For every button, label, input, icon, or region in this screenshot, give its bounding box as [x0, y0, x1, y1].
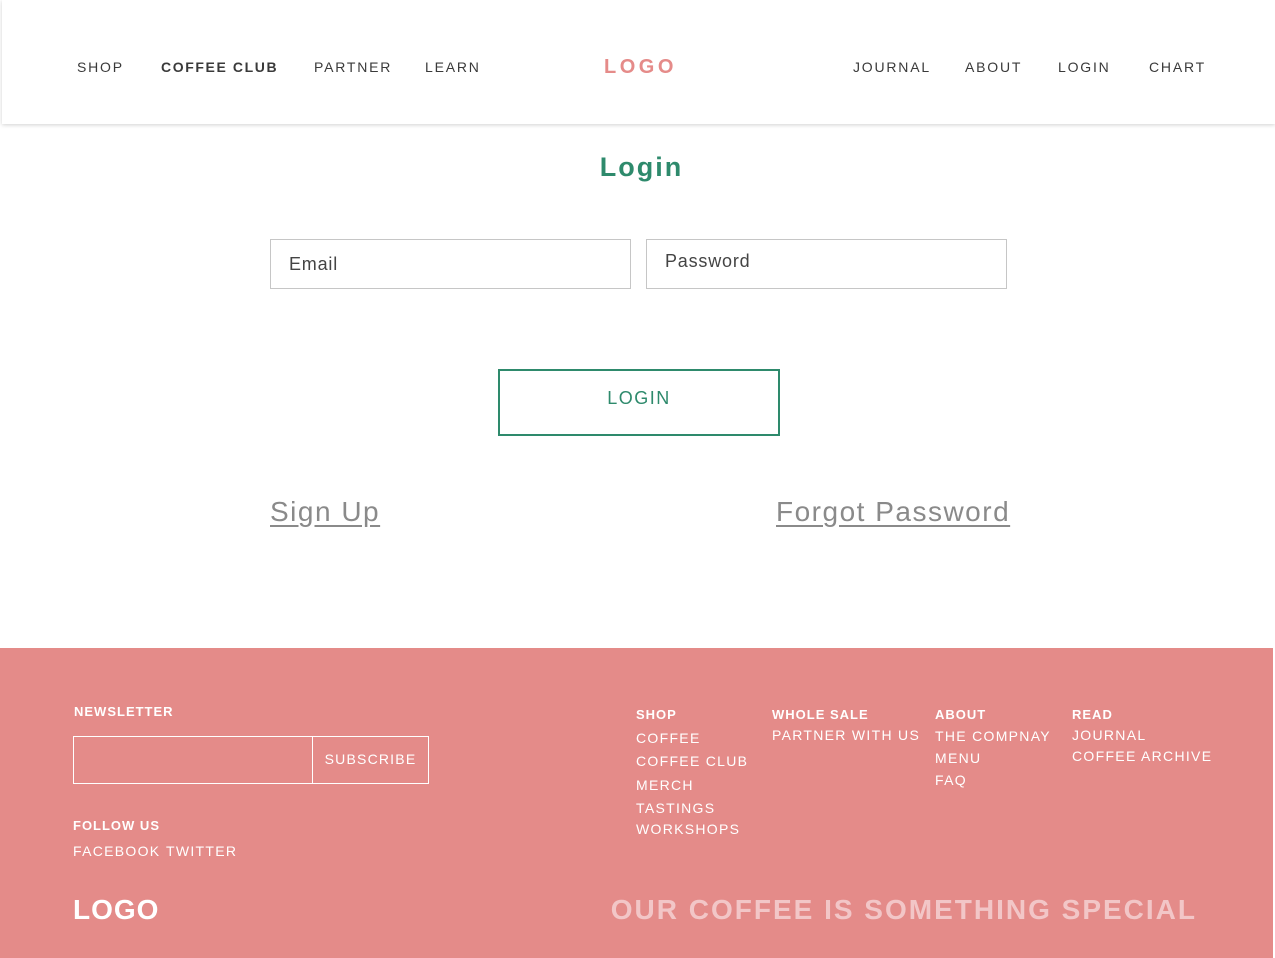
- facebook-link[interactable]: FACEBOOK: [73, 843, 160, 859]
- footer-link-coffee-archive[interactable]: COFFEE ARCHIVE: [1072, 748, 1212, 764]
- footer-column-wholesale-heading: WHOLE SALE: [772, 707, 869, 722]
- follow-us-heading: FOLLOW US: [73, 818, 160, 833]
- footer-link-workshops[interactable]: WORKSHOPS: [636, 821, 740, 837]
- footer-link-partner-with-us[interactable]: PARTNER WITH US: [772, 727, 920, 743]
- nav-item-shop[interactable]: SHOP: [77, 59, 124, 75]
- page-title: Login: [599, 152, 684, 182]
- footer-link-menu[interactable]: MENU: [935, 750, 981, 766]
- nav-item-journal[interactable]: JOURNAL: [853, 59, 931, 75]
- nav-item-about[interactable]: ABOUT: [965, 59, 1022, 75]
- newsletter-email-input[interactable]: [73, 736, 313, 784]
- site-footer: NEWSLETTER SUBSCRIBE FOLLOW US FACEBOOK …: [0, 648, 1273, 958]
- nav-item-chart[interactable]: CHART: [1149, 59, 1206, 75]
- footer-tagline: OUR COFFEE IS SOMETHING SPECIAL: [610, 894, 1197, 925]
- nav-item-learn[interactable]: LEARN: [425, 59, 481, 75]
- footer-column-read-heading: READ: [1072, 707, 1113, 722]
- nav-item-partner[interactable]: PARTNER: [314, 59, 392, 75]
- twitter-link[interactable]: TWITTER: [166, 843, 237, 859]
- footer-logo[interactable]: LOGO: [73, 894, 159, 926]
- sign-up-link[interactable]: Sign Up: [270, 496, 380, 528]
- login-page: SHOP COFFEE CLUB PARTNER LEARN LOGO JOUR…: [0, 0, 1275, 958]
- password-field[interactable]: [646, 239, 1007, 289]
- newsletter-heading: NEWSLETTER: [74, 704, 174, 719]
- footer-link-coffee[interactable]: COFFEE: [636, 730, 701, 746]
- nav-item-coffee-club[interactable]: COFFEE CLUB: [161, 59, 278, 75]
- footer-column-about-heading: ABOUT: [935, 707, 987, 722]
- footer-link-journal[interactable]: JOURNAL: [1072, 727, 1146, 743]
- login-button[interactable]: LOGIN: [498, 369, 780, 436]
- footer-link-the-company[interactable]: THE COMPNAY: [935, 728, 1051, 744]
- subscribe-button[interactable]: SUBSCRIBE: [312, 736, 429, 784]
- header-logo[interactable]: LOGO: [604, 56, 677, 79]
- email-field[interactable]: [270, 239, 631, 289]
- footer-link-merch[interactable]: MERCH: [636, 777, 694, 793]
- footer-link-faq[interactable]: FAQ: [935, 772, 967, 788]
- footer-column-shop-heading: SHOP: [636, 707, 677, 722]
- nav-item-login[interactable]: LOGIN: [1058, 59, 1111, 75]
- footer-link-tastings[interactable]: TASTINGS: [636, 800, 715, 816]
- site-header: SHOP COFFEE CLUB PARTNER LEARN LOGO JOUR…: [2, 0, 1275, 124]
- forgot-password-link[interactable]: Forgot Password: [776, 496, 1010, 528]
- footer-link-coffee-club[interactable]: COFFEE CLUB: [636, 753, 748, 769]
